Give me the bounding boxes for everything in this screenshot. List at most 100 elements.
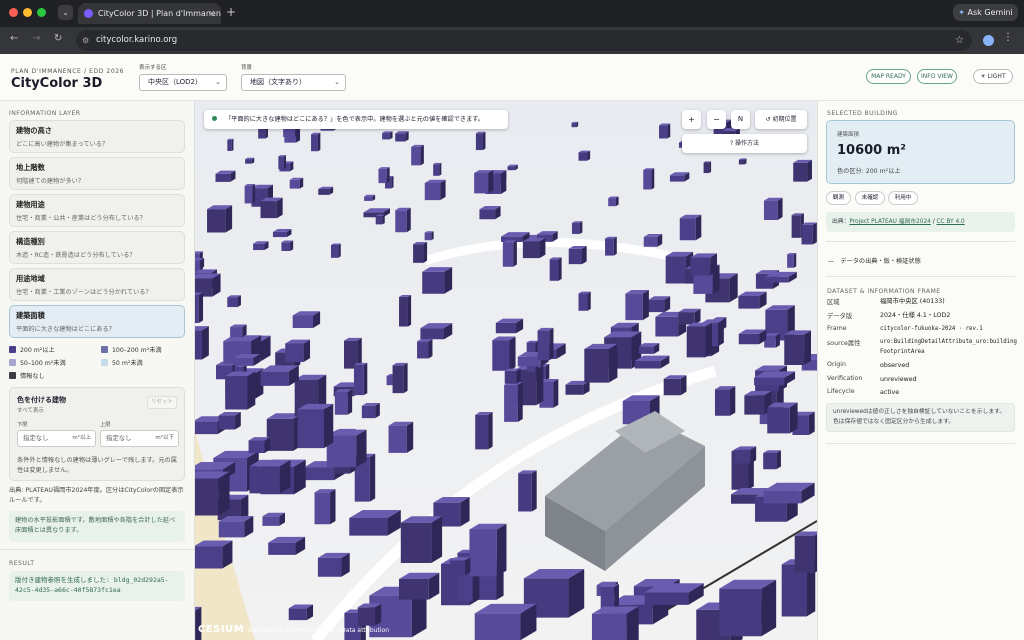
building-face	[353, 364, 364, 396]
app-header: PLAN D'IMMANENCE / EDD 2026 CityColor 3D…	[0, 54, 1024, 101]
building-face	[522, 241, 540, 259]
new-tab-button[interactable]: +	[226, 5, 236, 19]
building-face	[504, 370, 517, 384]
right-panel: SELECTED BUILDING 建築面積 10600 m² 色の区分: 20…	[817, 101, 1024, 640]
site-info-icon[interactable]: ⚙	[82, 30, 89, 51]
upper-bound-label: 上限	[100, 422, 111, 428]
district-label: 表示する区	[139, 65, 167, 71]
map-status-hint: 「平面的に大きな建物はどこにある？」を色で表示中。建物を選ぶと元の値を確認できま…	[204, 110, 508, 129]
help-button[interactable]: ? 操作方法	[682, 134, 807, 153]
building-face	[195, 295, 199, 323]
basemap-select[interactable]: 地図（文字あり） ⌄	[241, 74, 346, 91]
building-face	[738, 159, 745, 165]
building-face	[705, 322, 712, 358]
result-section-label: RESULT	[9, 560, 35, 567]
building-face	[382, 214, 385, 225]
lower-bound-input[interactable]: 指定なし m²以上	[17, 430, 96, 447]
building-face	[765, 276, 789, 283]
forward-icon[interactable]: →	[32, 33, 40, 44]
info-view-button[interactable]: INFO VIEW	[917, 69, 957, 84]
layer-card-structure[interactable]: 構造種別 木造・RC造・鉄骨造はどう分布している？	[9, 231, 185, 264]
ask-gemini-button[interactable]: ✦ Ask Gemini	[953, 4, 1018, 21]
building-face	[537, 330, 550, 361]
layer-card-floors[interactable]: 地上階数 何階建ての建物が多い？	[9, 157, 185, 190]
url-bar[interactable]: ⚙ citycolor.karino.org ☆	[76, 30, 972, 51]
building-face	[324, 403, 334, 449]
building-face	[474, 613, 521, 640]
layer-title: 建物用途	[16, 200, 45, 209]
building-face	[391, 176, 394, 189]
meta-value: citycolor-fukuoka-2024 · rev.1	[880, 326, 983, 332]
layer-card-usage[interactable]: 建物用途 住宅・商業・公共・産業はどう分布している？	[9, 194, 185, 227]
back-icon[interactable]: ←	[10, 33, 18, 44]
attribution-link[interactable]: Upgrade for commercial use. | Data attri…	[248, 627, 389, 634]
building-face	[424, 182, 441, 201]
upper-placeholder: 指定なし	[106, 434, 132, 442]
building-face	[227, 297, 238, 308]
minimize-window-button[interactable]	[23, 8, 32, 17]
tab-search-button[interactable]: ⌄	[58, 5, 73, 20]
layer-card-height[interactable]: 建物の高さ どこに高い建物が集まっている？	[9, 120, 185, 153]
building-face	[399, 296, 408, 327]
meta-value: active	[880, 389, 900, 396]
meta-value: unreviewed	[880, 376, 917, 383]
license-link[interactable]: CC BY 4.0	[937, 219, 965, 225]
building-face	[218, 471, 230, 516]
building-face	[375, 215, 383, 225]
building-face	[536, 365, 544, 406]
legend-label: 200 m²以上	[20, 347, 55, 354]
theme-toggle-button[interactable]: ☀ LIGHT	[973, 69, 1013, 84]
selected-building-card: 建築面積 10600 m² 色の区分: 200 m²以上	[826, 120, 1015, 184]
provenance-toggle[interactable]: — データの出典・版・検証状態	[828, 256, 921, 265]
building-face	[738, 296, 760, 309]
building-face	[317, 132, 321, 152]
building-face	[392, 365, 404, 394]
building-face	[474, 173, 489, 194]
building-face	[794, 535, 815, 573]
maximize-window-button[interactable]	[37, 8, 46, 17]
district-select[interactable]: 中央区（LOD2） ⌄	[139, 74, 227, 91]
building-face	[571, 222, 580, 234]
building-face	[440, 179, 446, 201]
building-face	[400, 522, 432, 563]
building-face	[276, 197, 283, 219]
building-face	[507, 166, 516, 171]
building-face	[195, 546, 223, 569]
bookmark-star-icon[interactable]: ☆	[955, 30, 964, 51]
building-face	[249, 466, 280, 494]
basemap-value: 地図（文字あり）	[250, 78, 306, 86]
zoom-out-button[interactable]: −	[707, 110, 726, 129]
meta-value: observed	[880, 362, 910, 369]
close-tab-icon[interactable]: ✕	[208, 3, 215, 24]
reset-button[interactable]: リセット	[147, 396, 177, 409]
reset-view-button[interactable]: ↺ 初期位置	[755, 110, 807, 129]
north-button[interactable]: N	[731, 110, 750, 129]
building-face	[281, 242, 291, 252]
building-face	[289, 179, 300, 189]
status-dot-icon	[212, 116, 217, 121]
upper-bound-input[interactable]: 指定なし m²以下	[100, 430, 179, 447]
building-face	[495, 322, 517, 334]
legend-swatch	[9, 346, 16, 353]
building-face	[398, 578, 429, 600]
profile-avatar[interactable]	[983, 35, 994, 46]
city-3d-render[interactable]	[195, 101, 817, 640]
layer-card-zoning[interactable]: 用途地域 住宅・商業・工業のゾーンはどう分かれている？	[9, 268, 185, 301]
menu-icon[interactable]: ⋮	[1003, 32, 1013, 43]
map-viewport[interactable]: 「平面的に大きな建物はどこにある？」を色で表示中。建物を選ぶと元の値を確認できま…	[195, 101, 817, 640]
layer-title: 地上階数	[16, 163, 45, 172]
building-face	[422, 271, 445, 294]
building-face	[349, 518, 388, 536]
building-face	[234, 358, 254, 366]
layer-card-footprint-area[interactable]: 建築面積 平面的に大きな建物はどこにある？	[9, 305, 185, 338]
building-face	[579, 221, 583, 234]
building-face	[268, 542, 296, 555]
building-face	[475, 133, 483, 151]
browser-tab[interactable]: CityColor 3D | Plan d'Immanence ✕	[78, 3, 221, 24]
zoom-in-button[interactable]: +	[682, 110, 701, 129]
reload-icon[interactable]: ↻	[54, 33, 62, 44]
close-window-button[interactable]	[9, 8, 18, 17]
meta-value: 福岡市中央区 (40133)	[880, 298, 945, 305]
cesium-logo: CESIUM	[198, 624, 245, 635]
plateau-link[interactable]: Project PLATEAU 福岡市2024	[849, 219, 930, 225]
